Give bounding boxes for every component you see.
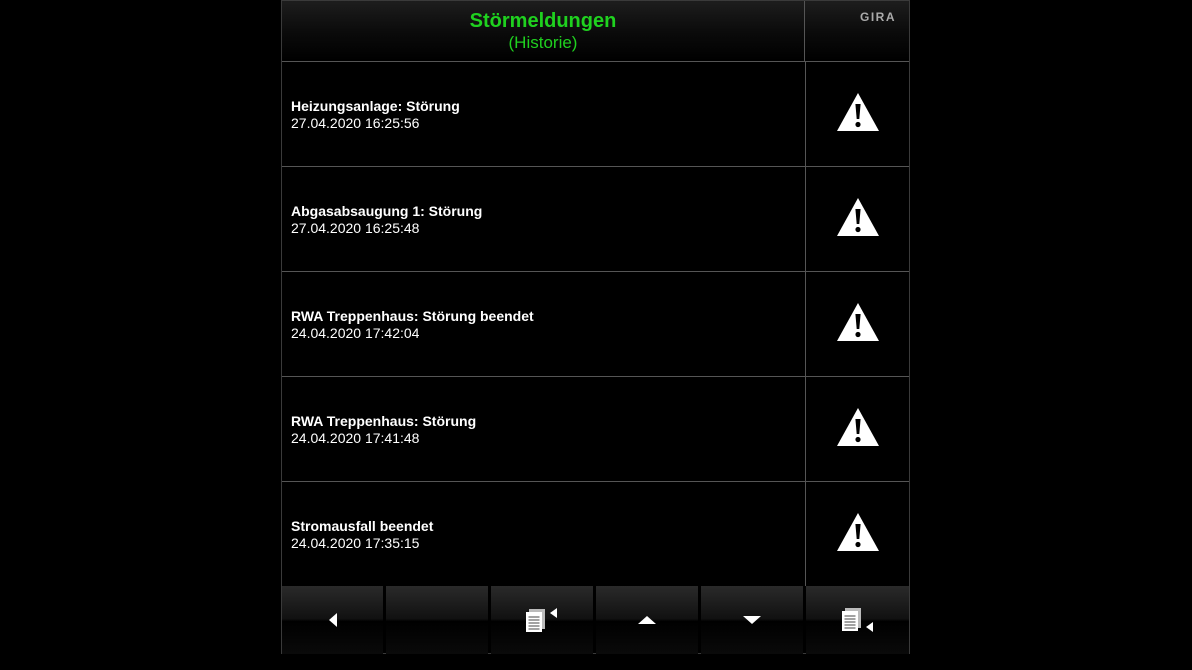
message-text: Stromausfall beendet — [291, 518, 434, 534]
arrow-down-icon — [743, 616, 761, 624]
document-arrow-left-icon — [526, 608, 557, 632]
message-text-block: RWA Treppenhaus: Störung beendet 24.04.2… — [291, 308, 791, 342]
page-title: Störmeldungen — [469, 10, 617, 32]
scroll-down-button[interactable] — [701, 586, 803, 654]
message-text: RWA Treppenhaus: Störung beendet — [291, 308, 534, 324]
message-status-cell — [805, 62, 909, 166]
message-timestamp: 24.04.2020 17:35:15 — [291, 535, 420, 551]
header: Störmeldungen (Historie) — [282, 1, 805, 62]
message-status-cell — [805, 482, 909, 586]
bottom-toolbar — [282, 586, 909, 654]
message-list: Heizungsanlage: Störung 27.04.2020 16:25… — [282, 62, 909, 587]
arrow-left-icon — [328, 613, 337, 627]
warning-icon — [837, 513, 879, 551]
message-row[interactable]: RWA Treppenhaus: Störung beendet 24.04.2… — [282, 272, 909, 377]
blank-button[interactable] — [386, 586, 488, 654]
message-status-cell — [805, 377, 909, 481]
document-prev-button[interactable] — [491, 586, 593, 654]
warning-icon — [837, 93, 879, 131]
warning-icon — [837, 303, 879, 341]
arrow-up-icon — [638, 616, 656, 624]
message-text: Heizungsanlage: Störung — [291, 98, 460, 114]
message-text-block: Heizungsanlage: Störung 27.04.2020 16:25… — [291, 98, 791, 132]
warning-icon — [837, 198, 879, 236]
document-next-button[interactable] — [806, 586, 909, 654]
scroll-up-button[interactable] — [596, 586, 698, 654]
message-text-block: Abgasabsaugung 1: Störung 27.04.2020 16:… — [291, 203, 791, 237]
brand-cell: GIRA — [805, 1, 909, 62]
gira-logo: GIRA — [860, 10, 896, 24]
message-status-cell — [805, 272, 909, 376]
message-text-block: Stromausfall beendet 24.04.2020 17:35:15 — [291, 518, 791, 552]
document-arrow-right-icon — [841, 608, 873, 632]
message-timestamp: 27.04.2020 16:25:48 — [291, 220, 420, 236]
message-timestamp: 27.04.2020 16:25:56 — [291, 115, 420, 131]
message-timestamp: 24.04.2020 17:42:04 — [291, 325, 420, 341]
fault-messages-panel: Störmeldungen (Historie) GIRA Heizungsan… — [281, 0, 910, 654]
message-row[interactable]: RWA Treppenhaus: Störung 24.04.2020 17:4… — [282, 377, 909, 482]
message-row[interactable]: Abgasabsaugung 1: Störung 27.04.2020 16:… — [282, 167, 909, 272]
warning-icon — [837, 408, 879, 446]
message-row[interactable]: Stromausfall beendet 24.04.2020 17:35:15 — [282, 482, 909, 587]
message-status-cell — [805, 167, 909, 271]
message-text-block: RWA Treppenhaus: Störung 24.04.2020 17:4… — [291, 413, 791, 447]
message-text: Abgasabsaugung 1: Störung — [291, 203, 483, 219]
page-subtitle: (Historie) — [508, 33, 578, 52]
back-button[interactable] — [282, 586, 383, 654]
message-timestamp: 24.04.2020 17:41:48 — [291, 430, 420, 446]
message-row[interactable]: Heizungsanlage: Störung 27.04.2020 16:25… — [282, 62, 909, 167]
message-text: RWA Treppenhaus: Störung — [291, 413, 477, 429]
